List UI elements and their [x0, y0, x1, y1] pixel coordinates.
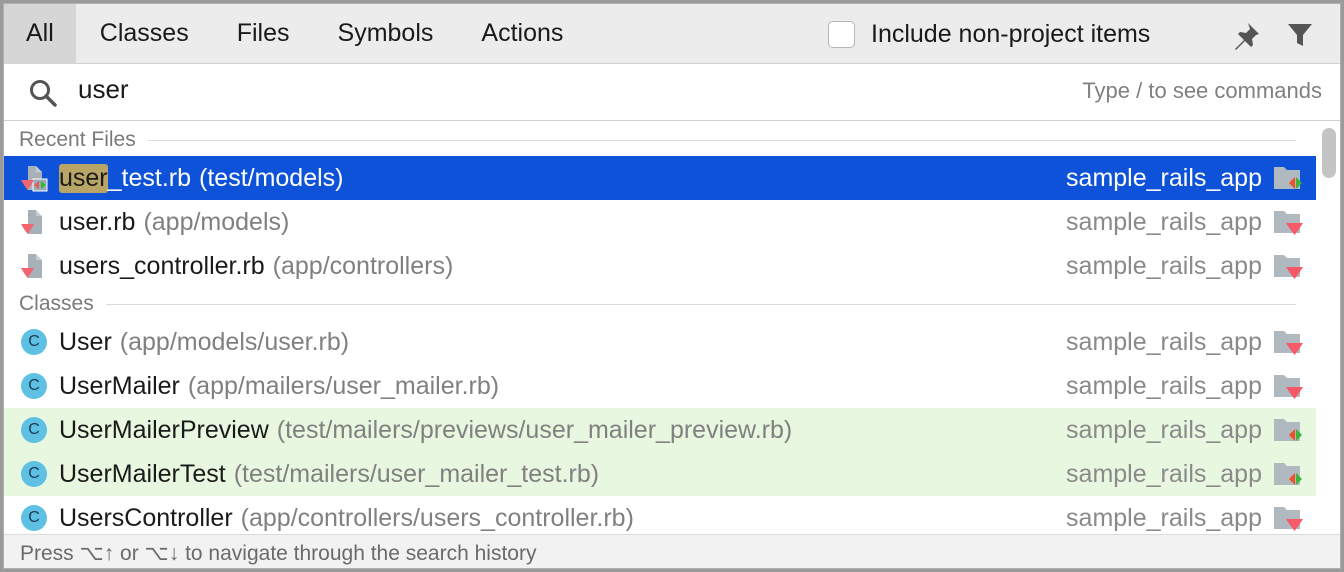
item-path: (test/mailers/user_mailer_test.rb) [233, 459, 600, 488]
item-path: (app/models/user.rb) [119, 327, 350, 356]
project-folder-icon [1272, 252, 1304, 287]
class-icon: C [19, 459, 49, 489]
tab-classes[interactable]: Classes [76, 4, 213, 64]
include-label: Include non-project items [871, 20, 1151, 48]
ruby-test-file-icon [19, 163, 49, 193]
filter-icon[interactable] [1286, 21, 1314, 49]
class-letter: C [21, 461, 47, 487]
class-icon: C [19, 415, 49, 445]
tab-symbols[interactable]: Symbols [314, 4, 458, 64]
test-folder-icon [1272, 416, 1304, 451]
project-name: sample_rails_app [1066, 327, 1262, 356]
match-highlight: user [59, 163, 108, 193]
class-letter: C [21, 373, 47, 399]
list-item[interactable]: user _test.rb (test/models) sample_rails… [4, 156, 1316, 200]
item-path: (app/models) [143, 207, 290, 236]
class-letter: C [21, 329, 47, 355]
project-name: sample_rails_app [1066, 459, 1262, 488]
checkbox[interactable] [828, 21, 855, 48]
item-path: (test/models) [199, 163, 344, 192]
ruby-file-icon [19, 207, 49, 237]
search-icon [30, 80, 57, 107]
class-icon: C [19, 503, 49, 533]
class-letter: C [21, 505, 47, 531]
project-folder-icon [1272, 164, 1304, 199]
project-name: sample_rails_app [1066, 503, 1262, 532]
list-item[interactable]: C User (app/models/user.rb) sample_rails… [4, 320, 1316, 364]
tab-bar: All Classes Files Symbols Actions Include non… [4, 3, 1340, 64]
tab-all[interactable]: All [4, 3, 76, 64]
list-item[interactable]: users_controller.rb (app/controllers) sa… [4, 244, 1316, 288]
scrollbar[interactable] [1322, 128, 1336, 178]
class-icon: C [19, 371, 49, 401]
tab-actions[interactable]: Actions [457, 4, 587, 64]
project-folder-icon [1272, 328, 1304, 363]
item-name: UsersController [59, 503, 233, 532]
project-name: sample_rails_app [1066, 415, 1262, 444]
class-letter: C [21, 417, 47, 443]
item-name: UserMailer [59, 371, 180, 400]
section-header: Recent Files [4, 124, 1316, 156]
list-item[interactable]: C UserMailerPreview (test/mailers/previe… [4, 408, 1316, 452]
project-folder-icon [1272, 208, 1304, 243]
item-name: User [59, 327, 112, 356]
class-icon: C [19, 327, 49, 357]
footer-hint: Press ⌥↑ or ⌥↓ to navigate through the s… [4, 534, 1340, 568]
item-path: (app/mailers/user_mailer.rb) [187, 371, 500, 400]
item-name: user.rb [59, 207, 136, 236]
project-name: sample_rails_app [1066, 207, 1262, 236]
project-name: sample_rails_app [1066, 371, 1262, 400]
item-name: UserMailerTest [59, 459, 226, 488]
project-name: sample_rails_app [1066, 163, 1262, 192]
ruby-file-icon [19, 251, 49, 281]
list-item[interactable]: user.rb (app/models) sample_rails_app [4, 200, 1316, 244]
results-list: Recent Files user _test.rb (test/models)… [4, 124, 1316, 540]
search-everywhere-popup: All Classes Files Symbols Actions Include non… [3, 3, 1341, 569]
item-name: users_controller.rb [59, 251, 265, 280]
item-name: UserMailerPreview [59, 415, 269, 444]
list-item[interactable]: C UserMailerTest (test/mailers/user_mail… [4, 452, 1316, 496]
item-path: (app/controllers/users_controller.rb) [240, 503, 634, 532]
search-bar: Type / to see commands [4, 64, 1340, 121]
test-folder-icon [1272, 460, 1304, 495]
include-non-project-checkbox[interactable]: Include non-project items [828, 20, 1150, 49]
commands-hint: Type / to see commands [1082, 78, 1322, 103]
item-path: (app/controllers) [272, 251, 454, 280]
project-name: sample_rails_app [1066, 251, 1262, 280]
section-header: Classes [4, 288, 1316, 320]
pin-icon[interactable] [1230, 20, 1262, 52]
project-folder-icon [1272, 372, 1304, 407]
item-name: _test.rb [107, 163, 192, 192]
search-input[interactable] [78, 74, 778, 105]
tab-files[interactable]: Files [213, 4, 314, 64]
item-path: (test/mailers/previews/user_mailer_previ… [276, 415, 793, 444]
list-item[interactable]: C UserMailer (app/mailers/user_mailer.rb… [4, 364, 1316, 408]
